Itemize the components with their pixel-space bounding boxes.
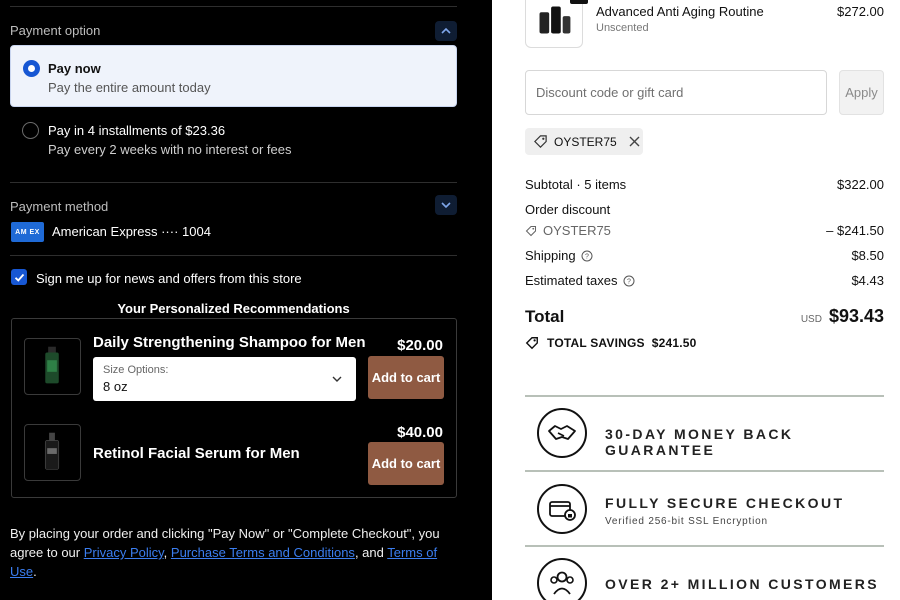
pay-now-subtitle: Pay the entire amount today	[48, 80, 211, 95]
newsletter-label: Sign me up for news and offers from this…	[36, 271, 302, 286]
currency-code: USD	[800, 314, 822, 325]
divider	[525, 395, 884, 397]
customers-icon	[537, 558, 587, 600]
pay-now-option[interactable]: Pay now Pay the entire amount today	[10, 45, 457, 107]
terms-separator: ,	[163, 545, 171, 560]
add-serum-to-cart-button[interactable]: Add to cart	[368, 442, 444, 485]
money-back-guarantee: 30-DAY MONEY BACK GUARANTEE	[605, 426, 794, 458]
order-summary-panel: Advanced Anti Aging Routine Unscented $2…	[492, 0, 900, 600]
order-item-name: Advanced Anti Aging Routine	[596, 4, 764, 19]
serum-product-image	[24, 424, 81, 481]
shampoo-bottle-icon	[45, 346, 59, 384]
apply-discount-button[interactable]: Apply	[839, 70, 884, 115]
order-discount-code-row: OYSTER75	[525, 223, 611, 238]
installments-subtitle: Pay every 2 weeks with no interest or fe…	[48, 142, 292, 157]
pay-now-title: Pay now	[48, 61, 101, 76]
total-savings: TOTAL SAVINGS $241.50	[525, 336, 697, 350]
installments-radio[interactable]	[22, 122, 39, 139]
recommendations-title: Your Personalized Recommendations	[117, 301, 350, 316]
info-icon[interactable]: ?	[581, 250, 593, 262]
serum-name: Retinol Facial Serum for Men	[93, 445, 300, 462]
handshake-icon	[537, 408, 587, 458]
shipping-label: Shipping	[525, 248, 576, 263]
terms-suffix: .	[33, 564, 37, 579]
secure-checkout-subtitle: Verified 256-bit SSL Encryption	[605, 516, 768, 527]
taxes-label: Estimated taxes	[525, 273, 618, 288]
shampoo-product-image	[24, 338, 81, 395]
shipping-row: Shipping ?	[525, 248, 593, 263]
divider	[525, 470, 884, 472]
order-item-variant: Unscented	[596, 22, 649, 34]
subtotal-value: $322.00	[837, 177, 884, 192]
svg-text:?: ?	[627, 278, 631, 285]
installments-title: Pay in 4 installments of $23.36	[48, 123, 226, 138]
expand-payment-method-button[interactable]	[435, 195, 457, 215]
product-bottles-icon	[539, 6, 571, 34]
size-options-value: 8 oz	[103, 379, 128, 394]
serum-bottle-icon	[44, 432, 60, 470]
chevron-up-icon	[441, 27, 451, 34]
chevron-down-icon	[441, 202, 451, 209]
tag-icon	[534, 135, 547, 148]
divider	[10, 6, 457, 7]
order-item-price: $272.00	[837, 4, 884, 19]
add-shampoo-to-cart-button[interactable]: Add to cart	[368, 356, 444, 399]
secure-card-icon	[537, 484, 587, 534]
svg-text:?: ?	[585, 253, 589, 260]
secure-card-glyph	[549, 501, 576, 521]
terms-text: By placing your order and clicking "Pay …	[10, 524, 450, 581]
checkmark-icon	[14, 273, 24, 282]
tag-icon	[525, 225, 537, 236]
taxes-value: $4.43	[851, 273, 884, 288]
payment-method-label: Payment method	[10, 199, 109, 214]
purchase-terms-link[interactable]: Purchase Terms and Conditions	[171, 545, 355, 560]
serum-price: $40.00	[397, 424, 443, 441]
size-options-label: Size Options:	[103, 364, 169, 376]
savings-tag-icon	[525, 337, 538, 350]
size-options-select[interactable]: Size Options: 8 oz	[93, 357, 356, 401]
shampoo-name: Daily Strengthening Shampoo for Men	[93, 334, 366, 351]
info-icon[interactable]: ?	[623, 275, 635, 287]
payment-panel: Payment option Pay now Pay the entire am…	[0, 0, 492, 600]
total-amount: USD $93.43	[801, 306, 884, 327]
total-value: $93.43	[828, 306, 884, 326]
total-label: Total	[525, 307, 565, 326]
customers-glyph	[550, 571, 574, 595]
collapse-payment-option-button[interactable]	[435, 21, 457, 41]
customers-title: OVER 2+ MILLION CUSTOMERS	[605, 576, 880, 592]
secure-checkout-title: FULLY SECURE CHECKOUT	[605, 495, 845, 511]
remove-discount-icon[interactable]	[629, 136, 640, 147]
taxes-row: Estimated taxes ?	[525, 273, 635, 288]
shipping-value: $8.50	[851, 248, 884, 263]
applied-discount-chip: OYSTER75	[525, 128, 643, 155]
order-discount-label: Order discount	[525, 202, 611, 217]
subtotal-label: Subtotal · 5 items	[525, 177, 627, 192]
divider	[10, 255, 457, 256]
amex-card-icon: AM EX	[11, 222, 44, 242]
order-discount-code: OYSTER75	[543, 223, 611, 238]
installments-option[interactable]: Pay in 4 installments of $23.36 Pay ever…	[10, 112, 457, 172]
total-savings-label: TOTAL SAVINGS	[547, 336, 645, 350]
pay-now-radio[interactable]	[23, 60, 40, 77]
applied-discount-code: OYSTER75	[554, 134, 617, 149]
divider	[525, 545, 884, 547]
divider	[10, 182, 457, 183]
quantity-badge	[570, 0, 588, 4]
shampoo-price: $20.00	[397, 337, 443, 354]
privacy-policy-link[interactable]: Privacy Policy	[84, 545, 164, 560]
payment-option-label: Payment option	[10, 23, 101, 38]
discount-code-input[interactable]	[525, 70, 827, 115]
card-details: American Express ···· 1004	[52, 224, 211, 239]
handshake-glyph	[548, 425, 576, 440]
order-item-image	[525, 0, 583, 48]
terms-separator: , and	[354, 545, 388, 560]
chevron-down-icon	[332, 376, 342, 382]
newsletter-checkbox[interactable]	[11, 269, 27, 285]
total-savings-value: $241.50	[651, 336, 697, 350]
order-discount-value: – $241.50	[826, 223, 884, 238]
